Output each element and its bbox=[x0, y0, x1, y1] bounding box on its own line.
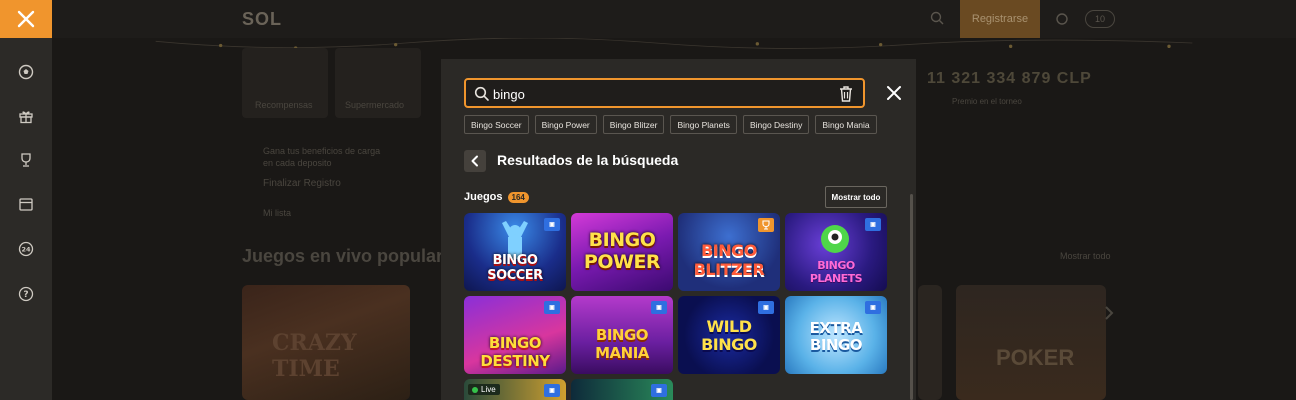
live-label: Live bbox=[481, 385, 496, 394]
logo: SOL bbox=[242, 9, 283, 29]
game-tile-bingo-soccer[interactable]: ▣ BINGO SOCCER bbox=[464, 213, 566, 291]
top-bar: SOL Registrarse 10 bbox=[52, 0, 1296, 38]
scrollbar[interactable] bbox=[910, 194, 913, 400]
suggestion-chip[interactable]: Bingo Destiny bbox=[742, 115, 810, 134]
search-box[interactable] bbox=[464, 78, 865, 108]
game-tile-partial[interactable]: ▣ bbox=[571, 379, 673, 400]
sidebar-item-tournaments[interactable] bbox=[14, 148, 38, 172]
game-title: EXTRA BINGO bbox=[809, 319, 863, 354]
game-tile-wild-bingo[interactable]: ▣ WILD BINGO bbox=[678, 296, 780, 374]
trophy-icon bbox=[21, 153, 31, 167]
live-games-heading: Juegos en vivo popular bbox=[242, 246, 444, 266]
search-input[interactable] bbox=[493, 84, 833, 104]
search-icon bbox=[474, 86, 489, 101]
close-search-button[interactable] bbox=[885, 84, 903, 102]
game-title: BINGO PLANETS bbox=[809, 259, 863, 285]
poker-thumb: POKER bbox=[956, 285, 1106, 400]
game-tile-extra-bingo[interactable]: ▣ EXTRA BINGO bbox=[785, 296, 887, 374]
promo-text-1: Gana tus beneficios de carga bbox=[263, 146, 381, 156]
string-lights-decoration bbox=[155, 38, 1193, 50]
game-title: WILD BINGO bbox=[701, 317, 757, 354]
trophy-badge bbox=[758, 218, 774, 232]
crazy-time-title: CRAZY TIME bbox=[272, 330, 357, 382]
suggestion-chip[interactable]: Bingo Soccer bbox=[464, 115, 529, 134]
help-icon: ? bbox=[18, 286, 34, 302]
provider-badge: ▣ bbox=[865, 218, 881, 231]
crazy-time-thumb: CRAZY TIME bbox=[242, 285, 410, 400]
game-tile-bingo-planets[interactable]: ▣ BINGO PLANETS bbox=[785, 213, 887, 291]
alien-character-art bbox=[821, 225, 849, 253]
live-dot bbox=[472, 386, 478, 393]
trash-icon[interactable] bbox=[838, 85, 854, 103]
game-tile-bingo-blitzer[interactable]: BINGO BLITZER bbox=[678, 213, 780, 291]
settings-icon bbox=[1056, 13, 1068, 25]
rewards-label: Recompensas bbox=[255, 100, 313, 110]
suggestion-chip[interactable]: Bingo Mania bbox=[815, 115, 877, 134]
gift-icon bbox=[19, 111, 33, 124]
games-section-label: Juegos 164 bbox=[464, 191, 529, 203]
game-tile-bingo-destiny[interactable]: ▣ BINGO DESTINY bbox=[464, 296, 566, 374]
games-label: Juegos bbox=[464, 191, 503, 203]
game-tile-bingo-mania[interactable]: ▣ BINGO MANIA bbox=[571, 296, 673, 374]
results-title: Resultados de la búsqueda bbox=[497, 152, 679, 168]
live-badge: Live bbox=[468, 384, 500, 395]
search-icon bbox=[930, 11, 944, 25]
close-icon bbox=[17, 10, 35, 28]
my-list-link[interactable]: Mi lista bbox=[263, 208, 291, 218]
sidebar-item-help[interactable]: ? bbox=[14, 282, 38, 306]
suggestion-chip[interactable]: Bingo Power bbox=[534, 115, 597, 134]
support-24-icon: 24 bbox=[18, 241, 34, 257]
game-tile-live[interactable]: Live ▣ bbox=[464, 379, 566, 400]
search-modal: Bingo Soccer Bingo Power Bingo Blitzer B… bbox=[441, 59, 916, 400]
trophy-icon bbox=[762, 220, 770, 230]
back-button[interactable] bbox=[464, 150, 486, 172]
close-menu-button[interactable] bbox=[0, 0, 52, 38]
game-title: BINGO BLITZER bbox=[693, 241, 765, 279]
sidebar-item-sports[interactable] bbox=[14, 60, 38, 84]
svg-text:24: 24 bbox=[21, 246, 31, 254]
game-title: BINGO DESTINY bbox=[480, 334, 550, 370]
carousel-next-icon[interactable] bbox=[1104, 305, 1114, 321]
suggestion-chips: Bingo Soccer Bingo Power Bingo Blitzer B… bbox=[464, 115, 877, 134]
games-count-badge: 164 bbox=[507, 191, 529, 203]
suggestion-chip[interactable]: Bingo Blitzer bbox=[602, 115, 665, 134]
jackpot-caption: Premio en el torneo bbox=[952, 97, 1022, 106]
game-title: BINGO POWER bbox=[583, 229, 661, 273]
game-tile-bingo-power[interactable]: BINGO POWER bbox=[571, 213, 673, 291]
provider-badge: ▣ bbox=[544, 218, 560, 231]
poker-title: POKER bbox=[996, 345, 1075, 370]
chevron-left-icon bbox=[471, 155, 478, 167]
sidebar-item-support[interactable]: 24 bbox=[14, 237, 38, 261]
supermarket-label: Supermercado bbox=[345, 100, 405, 110]
sidebar-item-calendar[interactable] bbox=[14, 192, 38, 216]
provider-badge: ▣ bbox=[544, 384, 560, 397]
sidebar: 24 ? bbox=[0, 0, 52, 400]
show-all-button[interactable]: Mostrar todo bbox=[825, 186, 887, 208]
register-button[interactable]: Registrarse bbox=[960, 0, 1040, 38]
provider-badge: ▣ bbox=[544, 301, 560, 314]
game-title: BINGO SOCCER bbox=[487, 253, 543, 283]
provider-badge: ▣ bbox=[865, 301, 881, 314]
balance-chip[interactable]: 10 bbox=[1085, 10, 1115, 28]
jackpot-amount: 11 321 334 879 CLP bbox=[927, 70, 1092, 87]
game-title: BINGO MANIA bbox=[595, 326, 649, 362]
live-see-all-link[interactable]: Mostrar todo bbox=[1060, 251, 1111, 261]
live-thumb-2 bbox=[918, 285, 942, 400]
svg-text:?: ? bbox=[23, 290, 28, 300]
provider-badge: ▣ bbox=[651, 384, 667, 397]
soccer-ball-icon bbox=[18, 64, 34, 80]
promo-text-2: en cada deposito bbox=[263, 158, 332, 168]
finish-registration-link[interactable]: Finalizar Registro bbox=[263, 178, 341, 189]
sidebar-item-promotions[interactable] bbox=[14, 104, 38, 128]
calendar-icon bbox=[19, 198, 33, 211]
provider-badge: ▣ bbox=[651, 301, 667, 314]
provider-badge: ▣ bbox=[758, 301, 774, 314]
suggestion-chip[interactable]: Bingo Planets bbox=[670, 115, 737, 134]
